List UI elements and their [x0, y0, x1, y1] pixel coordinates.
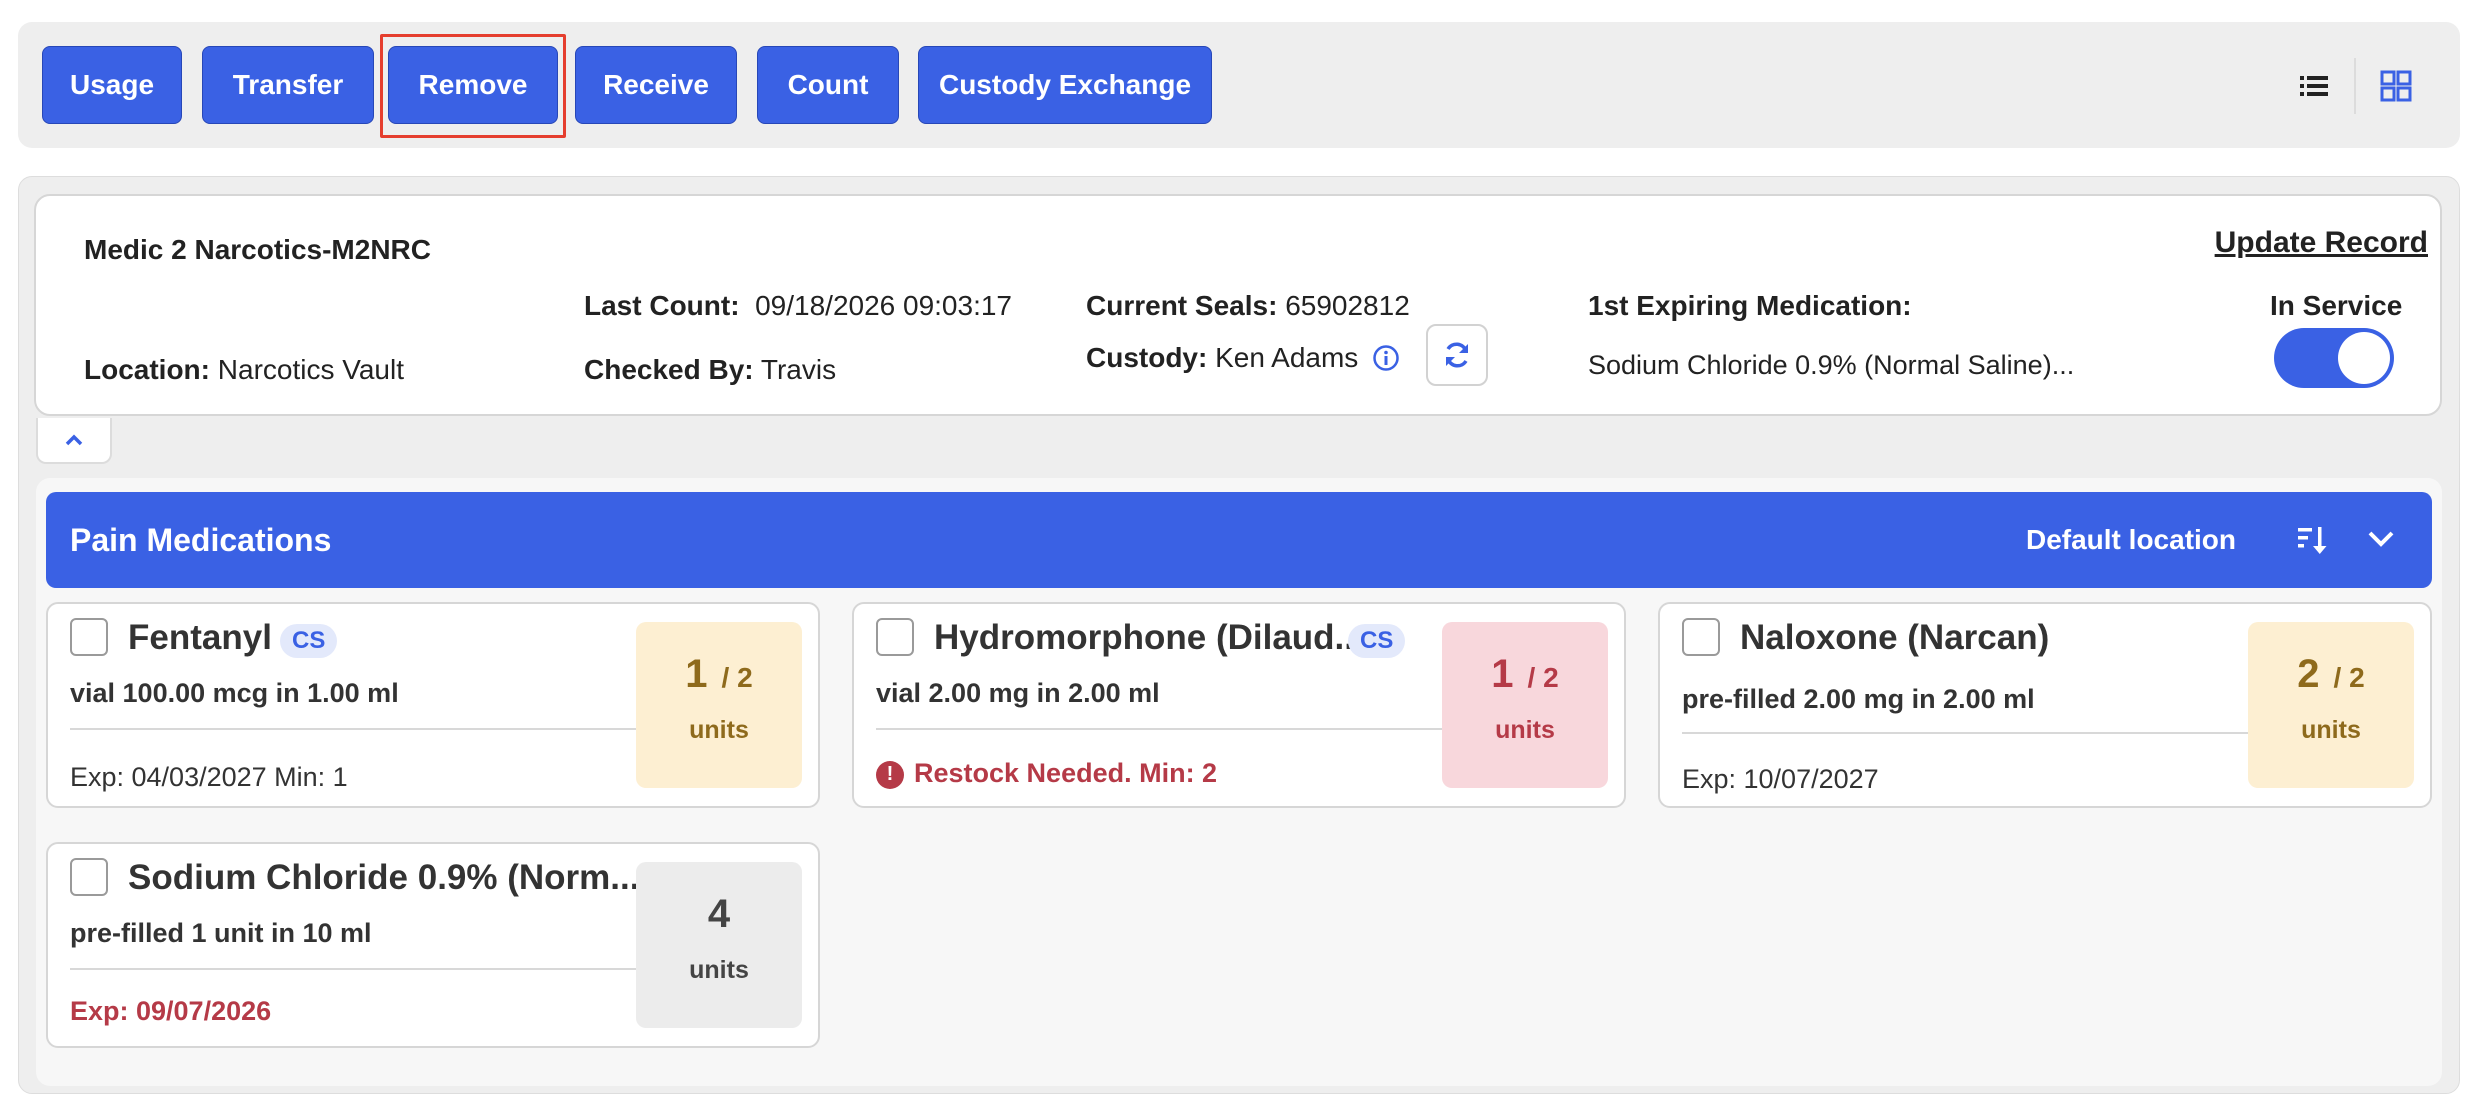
medication-card-naloxone[interactable]: Naloxone (Narcan) pre-filled 2.00 mg in …: [1658, 602, 2432, 808]
medication-name: Fentanyl: [128, 618, 272, 657]
transfer-button[interactable]: Transfer: [202, 46, 374, 124]
quantity-par: / 2: [1527, 662, 1559, 693]
first-expiring-label: 1st Expiring Medication:: [1588, 290, 1912, 321]
checked-by-field: Checked By: Travis: [584, 354, 836, 386]
quantity-units: units: [689, 956, 749, 984]
info-icon[interactable]: [1372, 344, 1400, 372]
custody-field: Custody: Ken Adams: [1086, 342, 1358, 374]
section-header[interactable]: Pain Medications Default location: [46, 492, 2432, 588]
select-checkbox[interactable]: [70, 618, 108, 656]
medication-description: pre-filled 1 unit in 10 ml: [70, 918, 372, 948]
first-expiring-value: Sodium Chloride 0.9% (Normal Saline)...: [1588, 350, 2075, 380]
quantity-par: / 2: [721, 662, 753, 693]
remove-button[interactable]: Remove: [388, 46, 558, 124]
expiration-info: Exp: 09/07/2026: [70, 996, 272, 1026]
checked-by-value: Travis: [760, 354, 837, 385]
controlled-substance-badge: CS: [1348, 624, 1406, 658]
expiration-info: Exp: 04/03/2027 Min: 1: [70, 762, 348, 792]
medication-card-sodium-chloride[interactable]: Sodium Chloride 0.9% (Norm... pre-filled…: [46, 842, 820, 1048]
select-checkbox[interactable]: [876, 618, 914, 656]
alert-icon: !: [876, 760, 904, 789]
restock-text: Restock Needed. Min: 2: [914, 758, 1218, 788]
medication-name: Sodium Chloride 0.9% (Norm...: [128, 858, 640, 897]
medication-name: Naloxone (Narcan): [1740, 618, 2050, 657]
quantity-par: / 2: [2333, 662, 2365, 693]
last-count-label: Last Count:: [584, 290, 740, 321]
medication-description: vial 2.00 mg in 2.00 ml: [876, 678, 1160, 708]
in-service-label: In Service: [2270, 290, 2403, 321]
medication-name: Hydromorphone (Dilaud...: [934, 618, 1364, 657]
update-record-link[interactable]: Update Record: [2215, 226, 2428, 260]
current-seals-label: Current Seals:: [1086, 290, 1278, 321]
quantity-units: units: [1495, 716, 1555, 744]
collapse-summary-button[interactable]: [36, 418, 112, 464]
action-toolbar: Usage Transfer Remove Receive Count Cust…: [18, 22, 2460, 148]
medication-card-hydromorphone[interactable]: Hydromorphone (Dilaud... CS vial 2.00 mg…: [852, 602, 1626, 808]
current-seals-value: 65902812: [1285, 290, 1410, 321]
refresh-icon: [1446, 342, 1468, 368]
quantity-units: units: [2301, 716, 2361, 744]
select-checkbox[interactable]: [70, 858, 108, 896]
sort-icon[interactable]: [2296, 524, 2328, 556]
unit-name: Medic 2 Narcotics-M2NRC: [84, 234, 431, 265]
medication-description: vial 100.00 mcg in 1.00 ml: [70, 678, 399, 708]
card-divider: [876, 728, 1472, 730]
custody-label: Custody:: [1086, 342, 1208, 373]
last-count-field: Last Count: 09/18/2026 09:03:17: [584, 290, 1012, 322]
section-location[interactable]: Default location: [2026, 492, 2236, 588]
controlled-substance-badge: CS: [280, 624, 338, 658]
chevron-up-icon: [65, 434, 83, 446]
quantity-badge: 1 / 2 units: [1442, 622, 1608, 788]
quantity-value: 2: [2297, 652, 2320, 696]
quantity-value: 4: [707, 892, 731, 936]
custody-value: Ken Adams: [1215, 342, 1359, 373]
quantity-units: units: [689, 716, 749, 744]
current-seals-field: Current Seals: 65902812: [1086, 290, 1410, 322]
list-view-icon[interactable]: [2298, 70, 2330, 102]
quantity-badge: 1 / 2 units: [636, 622, 802, 788]
location-value: Narcotics Vault: [217, 354, 404, 385]
section-title: Pain Medications: [70, 522, 332, 558]
quantity-badge: 4 units: [636, 862, 802, 1028]
card-divider: [1682, 732, 2278, 734]
receive-button[interactable]: Receive: [575, 46, 737, 124]
custody-exchange-button[interactable]: Custody Exchange: [918, 46, 1212, 124]
card-divider: [70, 968, 666, 970]
last-count-value: 09/18/2026 09:03:17: [755, 290, 1013, 321]
card-divider: [70, 728, 666, 730]
checked-by-label: Checked By:: [584, 354, 754, 385]
chevron-down-icon[interactable]: [2366, 528, 2396, 550]
location-field: Location: Narcotics Vault: [84, 354, 404, 386]
select-checkbox[interactable]: [1682, 618, 1720, 656]
count-button[interactable]: Count: [757, 46, 899, 124]
in-service-toggle[interactable]: [2274, 328, 2394, 388]
quantity-value: 1: [1491, 652, 1514, 696]
restock-warning: ! Restock Needed. Min: 2: [876, 758, 1217, 789]
grid-view-icon[interactable]: [2380, 70, 2412, 102]
usage-button[interactable]: Usage: [42, 46, 182, 124]
view-toggle-divider: [2354, 58, 2356, 114]
medication-card-fentanyl[interactable]: Fentanyl CS vial 100.00 mcg in 1.00 ml E…: [46, 602, 820, 808]
refresh-custody-button[interactable]: [1426, 324, 1488, 386]
medication-description: pre-filled 2.00 mg in 2.00 ml: [1682, 684, 2035, 714]
quantity-value: 1: [685, 652, 708, 696]
expiration-info: Exp: 10/07/2027: [1682, 764, 1879, 794]
location-label: Location:: [84, 354, 210, 385]
quantity-badge: 2 / 2 units: [2248, 622, 2414, 788]
